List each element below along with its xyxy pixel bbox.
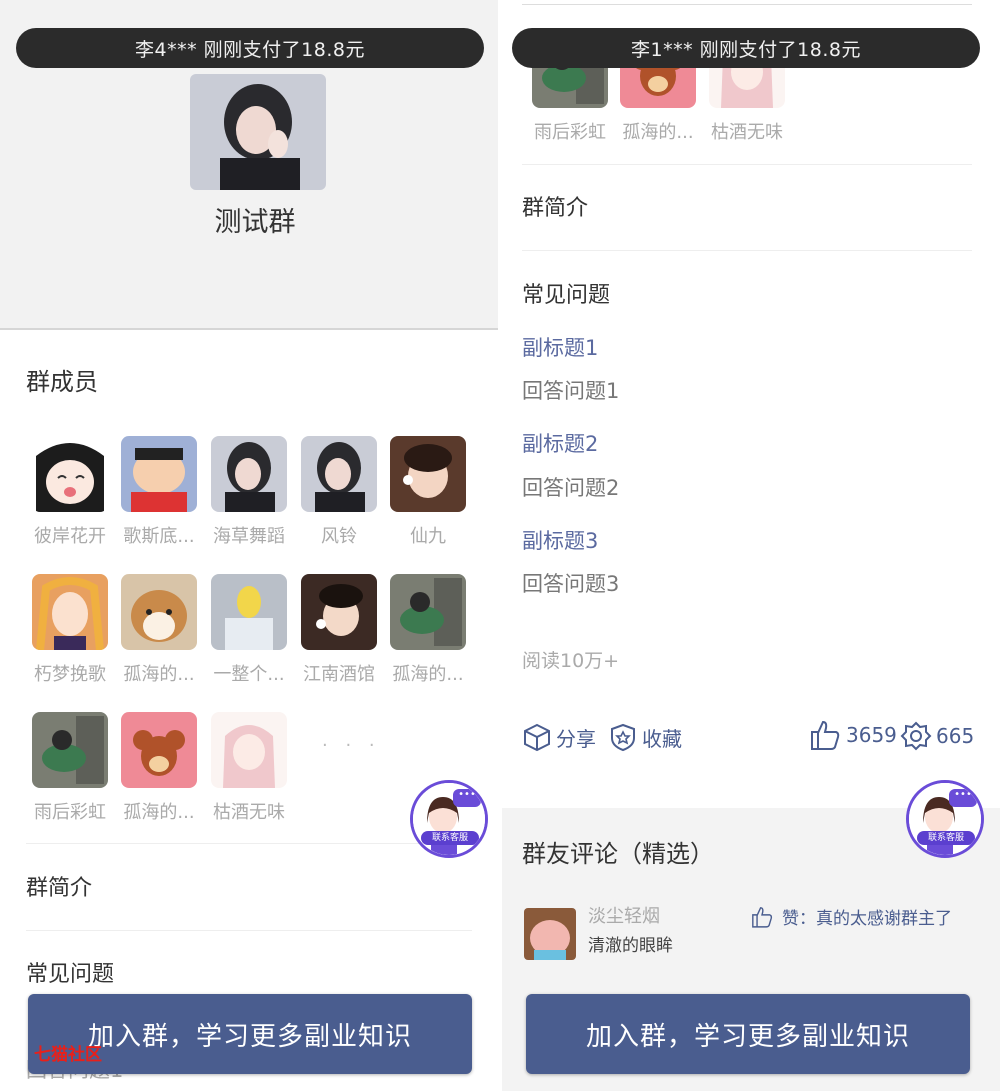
member-avatar [32, 436, 108, 512]
box-icon [524, 723, 550, 752]
member-name: 枯酒无味 [213, 802, 285, 823]
gift-button[interactable]: 665 [900, 720, 974, 752]
faq-question: 副标题3 [522, 529, 599, 553]
customer-service-button[interactable]: ••• 联系客服 [410, 780, 488, 858]
gift-count: 665 [936, 724, 975, 748]
service-label: 联系客服 [421, 831, 479, 845]
member-name: 孤海的... [123, 664, 195, 685]
like-button[interactable]: 3659 [808, 718, 897, 752]
member-name: 雨后彩虹 [34, 802, 106, 823]
join-group-button[interactable]: 加入群，学习更多副业知识 [526, 994, 970, 1074]
commenter-name: 淡尘轻烟 [588, 906, 660, 927]
faq-question: 副标题2 [522, 432, 599, 456]
member-avatar [211, 574, 287, 650]
praise-text: 赞：真的太感谢群主了 [782, 909, 952, 929]
service-label: 联系客服 [917, 831, 975, 845]
faq-question: 副标题1 [522, 336, 599, 360]
payment-toast: 李4*** 刚刚支付了18.8元 [16, 28, 484, 68]
member-item[interactable]: 海草舞蹈 [209, 436, 289, 548]
member-item[interactable]: 孤海的... [119, 574, 199, 686]
divider [26, 843, 472, 844]
favorite-button[interactable]: 收藏 [608, 722, 682, 752]
faq-answer: 回答问题3 [522, 572, 620, 596]
faq-title: 常见问题 [26, 962, 115, 987]
divider [26, 930, 472, 931]
member-avatar [121, 436, 197, 512]
member-avatar [301, 436, 377, 512]
member-avatar [32, 712, 108, 788]
member-item[interactable]: 江南酒馆 [299, 574, 379, 686]
member-name: 枯酒无味 [711, 122, 783, 143]
member-avatar [211, 712, 287, 788]
member-name: 一整个... [213, 664, 285, 685]
member-item[interactable]: 歌斯底... [119, 436, 199, 548]
comments-title: 群友评论（精选） [522, 840, 714, 868]
member-item[interactable]: 孤海的... [388, 574, 468, 686]
praise-label: 赞：真的太感谢群主了 [750, 904, 952, 929]
group-cover-image [190, 74, 326, 190]
intro-title: 群简介 [522, 196, 589, 221]
customer-service-button[interactable]: ••• 联系客服 [906, 780, 984, 858]
left-screen: 测试群 李4*** 刚刚支付了18.8元 群成员 彼岸花开 歌斯底... 海草舞… [0, 0, 498, 1091]
watermark-text: 七猫社区 [34, 1045, 102, 1065]
member-name: 仙九 [410, 526, 446, 547]
group-name: 测试群 [214, 207, 296, 238]
member-name: 孤海的... [392, 664, 464, 685]
share-button[interactable]: 分享 [522, 722, 596, 752]
chat-bubble-icon: ••• [949, 789, 977, 807]
member-item[interactable]: 朽梦挽歌 [30, 574, 110, 686]
member-avatar [121, 574, 197, 650]
member-name: 彼岸花开 [34, 526, 106, 547]
member-name: 孤海的... [123, 802, 195, 823]
faq-answer: 回答问题2 [522, 476, 620, 500]
intro-title: 群简介 [26, 876, 93, 901]
member-name: 雨后彩虹 [534, 122, 606, 143]
chat-bubble-icon: ••• [453, 789, 481, 807]
share-label: 分享 [556, 726, 596, 751]
member-name: 海草舞蹈 [213, 526, 285, 547]
gear-badge-icon [900, 721, 932, 751]
member-item[interactable]: 仙九 [388, 436, 468, 548]
member-name: 江南酒馆 [303, 664, 375, 685]
member-name: 歌斯底... [123, 526, 195, 547]
member-name: 孤海的... [622, 122, 694, 143]
read-count: 阅读10万+ [522, 650, 620, 672]
faq-title: 常见问题 [522, 283, 611, 308]
more-members-dots[interactable]: · · · [322, 735, 381, 756]
member-avatar [121, 712, 197, 788]
member-avatar [390, 574, 466, 650]
payment-toast: 李1*** 刚刚支付了18.8元 [512, 28, 980, 68]
member-item[interactable]: 孤海的... [119, 712, 199, 824]
member-item[interactable]: 彼岸花开 [30, 436, 110, 548]
members-title: 群成员 [26, 368, 98, 396]
comment-text: 清澈的眼眸 [588, 936, 673, 956]
faq-answer: 回答问题1 [522, 379, 620, 403]
right-screen: 雨后彩虹 孤海的... 枯酒无味 李1*** 刚刚支付了18.8元 群简介 常见… [502, 0, 1000, 1091]
member-item[interactable]: 风铃 [299, 436, 379, 548]
member-avatar [32, 574, 108, 650]
favorite-label: 收藏 [642, 726, 682, 751]
commenter-avatar [524, 908, 576, 960]
divider [522, 250, 972, 251]
clipped-text-line [522, 4, 972, 5]
member-item[interactable]: 雨后彩虹 [30, 712, 110, 824]
member-avatar [301, 574, 377, 650]
member-item[interactable]: 枯酒无味 [209, 712, 289, 824]
member-avatar [211, 436, 287, 512]
thumbs-up-icon [752, 906, 773, 928]
screenshot-composite: 测试群 李4*** 刚刚支付了18.8元 群成员 彼岸花开 歌斯底... 海草舞… [0, 0, 1000, 1091]
member-avatar [390, 436, 466, 512]
divider [522, 164, 972, 165]
member-item[interactable]: 一整个... [209, 574, 289, 686]
like-count: 3659 [846, 723, 897, 747]
thumbs-up-icon [811, 720, 840, 750]
member-name: 朽梦挽歌 [34, 664, 106, 685]
member-name: 风铃 [321, 526, 357, 547]
star-shield-icon [611, 723, 635, 752]
